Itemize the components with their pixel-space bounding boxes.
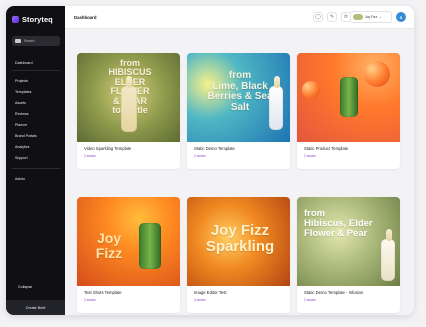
search-icon — [15, 39, 21, 43]
sidebar-divider — [12, 70, 60, 71]
card-title: Static Demo Template - Infusion — [304, 290, 364, 295]
edit-button[interactable]: ✎ — [327, 12, 337, 22]
card-title: Static Product Template — [304, 146, 349, 151]
top-header: Dashboard ◯ ✎ ⟳ Joy Fizz ⌄ S — [65, 6, 414, 29]
template-card[interactable]: Static Product Template 2 assets — [297, 53, 400, 169]
sidebar-item-reviews[interactable]: Reviews — [15, 112, 29, 116]
template-card[interactable]: Joy Fizz Test Shots Template 3 assets — [77, 197, 180, 313]
orange-image — [302, 81, 320, 99]
thumbnail-text: Joy Fizz — [95, 230, 123, 261]
card-title: Video Sparkling Template — [84, 146, 132, 151]
brand[interactable]: Storyteq — [12, 15, 53, 24]
sidebar-item-planner[interactable]: Planner — [15, 123, 27, 127]
brand-selector-value: Joy Fizz — [365, 15, 378, 19]
card-subtitle: 2 assets — [304, 298, 316, 302]
sidebar-item-projects[interactable]: Projects — [15, 79, 28, 83]
template-thumbnail: from Hibiscus, Elder Flower & Pear — [297, 197, 400, 286]
card-subtitle: 3 assets — [84, 154, 96, 158]
chat-button[interactable]: ◯ — [313, 12, 323, 22]
app-window: Storyteq Search Dashboard Projects Templ… — [6, 6, 414, 315]
sidebar-item-support[interactable]: Support — [15, 156, 28, 160]
sidebar-divider — [12, 168, 60, 169]
bottle-image — [121, 76, 137, 132]
bottle-image — [269, 76, 283, 130]
sidebar-item-templates[interactable]: Templates — [15, 90, 31, 94]
sidebar-search[interactable]: Search — [12, 36, 60, 46]
card-subtitle: 3 assets — [84, 298, 96, 302]
template-thumbnail: from Lime, Black Berries & Sea Salt — [187, 53, 290, 142]
edit-icon: ✎ — [329, 14, 335, 20]
template-card[interactable]: from HIBISCUS ELDER FLOWER & PEAR to bot… — [77, 53, 180, 169]
create-brief-button[interactable]: Create Brief — [6, 300, 65, 315]
chevron-down-icon: ⌄ — [379, 15, 383, 19]
sidebar-item-admin[interactable]: Admin — [15, 177, 25, 181]
brand-logo-icon — [12, 16, 19, 23]
card-title: Test Shots Template — [84, 290, 122, 295]
bottle-image — [381, 229, 395, 281]
share-icon: ⟳ — [343, 14, 349, 20]
template-card[interactable]: from Hibiscus, Elder Flower & Pear Stati… — [297, 197, 400, 313]
template-thumbnail: Joy Fizz — [77, 197, 180, 286]
sidebar-item-analytics[interactable]: Analytics — [15, 145, 29, 149]
brand-name: Storyteq — [22, 15, 53, 24]
template-thumbnail — [297, 53, 400, 142]
sidebar-item-brand-portals[interactable]: Brand Portals — [15, 134, 37, 138]
collapse-button[interactable]: Collapse — [18, 285, 32, 289]
brand-selector[interactable]: Joy Fizz ⌄ — [350, 11, 392, 23]
template-thumbnail: from HIBISCUS ELDER FLOWER & PEAR to bot… — [77, 53, 180, 142]
user-avatar[interactable]: S — [396, 12, 406, 22]
page-title: Dashboard — [74, 15, 97, 20]
chat-icon: ◯ — [315, 14, 321, 20]
template-card[interactable]: Joy Fizz Sparkling Image Editor Test 3 a… — [187, 197, 290, 313]
thumbnail-text: Joy Fizz Sparkling — [205, 222, 275, 255]
can-image — [340, 77, 358, 117]
card-title: Static Demo Template — [194, 146, 235, 151]
card-subtitle: 2 assets — [194, 154, 206, 158]
card-subtitle: 3 assets — [194, 298, 206, 302]
sidebar-item-dashboard[interactable]: Dashboard — [15, 61, 33, 65]
search-input[interactable]: Search — [24, 39, 34, 43]
template-thumbnail: Joy Fizz Sparkling — [187, 197, 290, 286]
orange-image — [364, 61, 390, 87]
thumbnail-text: from Hibiscus, Elder Flower & Pear — [304, 208, 373, 239]
create-brief-label: Create Brief — [25, 305, 46, 310]
template-card[interactable]: from Lime, Black Berries & Sea Salt Stat… — [187, 53, 290, 169]
brand-selector-logo — [353, 14, 363, 20]
card-title: Image Editor Test — [194, 290, 227, 295]
sidebar-item-assets[interactable]: Assets — [15, 101, 26, 105]
card-subtitle: 2 assets — [304, 154, 316, 158]
sidebar: Storyteq Search Dashboard Projects Templ… — [6, 6, 65, 315]
can-image — [139, 223, 161, 269]
